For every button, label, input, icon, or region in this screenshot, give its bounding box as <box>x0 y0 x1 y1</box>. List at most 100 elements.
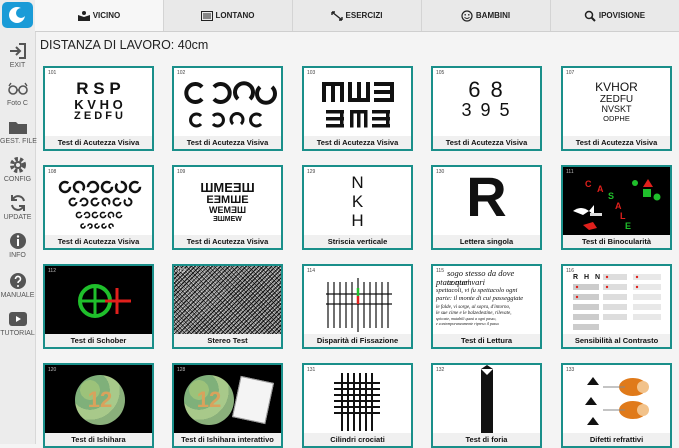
info-icon <box>9 233 26 249</box>
refractive-errors-diagram <box>585 377 649 425</box>
test-number: 129 <box>307 169 316 175</box>
test-label: Sensibilità al Contrasto <box>563 334 670 347</box>
sidebar-item-info[interactable]: INFO <box>0 232 35 259</box>
tab-esercizi[interactable]: ESERCIZI <box>292 0 422 31</box>
tab-bambini[interactable]: BAMBINI <box>421 0 551 31</box>
sidebar-item-label: TUTORIAL <box>0 330 35 337</box>
test-card-105[interactable]: 6 8 3 9 5 105 Test di Acutezza Visiva <box>431 66 542 151</box>
test-card-116[interactable]: R H N 116 Sensibilità al Contrasto <box>561 264 672 349</box>
top-tab-bar: VICINO LONTANO ESERCIZI BAMBINI IPOVISIO… <box>35 0 679 32</box>
test-number: 114 <box>307 268 315 274</box>
test-label: Stereo Test <box>174 334 281 347</box>
test-thumbnail: C A S A L E <box>563 167 670 235</box>
test-card-103[interactable]: 103 Test di Acutezza Visiva <box>302 66 413 151</box>
chart-line: ƎШMEW <box>213 215 242 223</box>
binocular-letter: C <box>585 179 592 189</box>
tab-lontano[interactable]: LONTANO <box>163 0 293 31</box>
chart-line: ШMEƎШ <box>200 180 255 195</box>
test-label: Test di Acutezza Visiva <box>45 235 152 248</box>
sidebar-item-update[interactable]: UPDATE <box>0 194 35 221</box>
test-label: Test di foria <box>433 433 540 446</box>
phoria-arrow <box>481 365 493 435</box>
smiley-icon <box>461 9 473 22</box>
chart-line: ODPHE <box>603 114 630 124</box>
sidebar-item-label: INFO <box>9 252 26 259</box>
sidebar-item-config[interactable]: CONFIG <box>0 156 35 183</box>
test-card-101[interactable]: R S P K V H O Z E D F U 101 Test di Acut… <box>43 66 154 151</box>
test-number: 112 <box>48 268 56 274</box>
sidebar-item-label: UPDATE <box>3 214 32 221</box>
reading-text-sample: sogo stesso da dove contem ptate que' va… <box>433 266 540 334</box>
test-label: Test di Acutezza Visiva <box>174 136 281 149</box>
test-number: 108 <box>48 169 57 175</box>
reading-line: e contemporaneamente ripreso il passo <box>436 321 499 326</box>
test-thumbnail: 6 8 3 9 5 <box>433 68 540 136</box>
test-number: 116 <box>566 268 574 274</box>
test-number: 128 <box>177 367 186 373</box>
test-card-113[interactable]: 113 Stereo Test <box>172 264 283 349</box>
sidebar-item-gest-file[interactable]: GEST. FILE <box>0 118 37 145</box>
contrast-chart: R H N <box>563 266 670 334</box>
refresh-icon <box>10 195 25 211</box>
chart-line: WEMƎШ <box>208 205 247 216</box>
test-label: Test di Acutezza Visiva <box>563 136 670 149</box>
chart-line: R S P <box>76 79 121 98</box>
crossed-cylinder-grid <box>334 373 380 431</box>
test-card-112[interactable]: 112 Test di Schober <box>43 264 154 349</box>
test-thumbnail: R <box>433 167 540 235</box>
tab-vicino[interactable]: VICINO <box>35 0 164 31</box>
test-label: Cilindri crociati <box>304 433 411 446</box>
reading-line: ptate que' vari <box>436 277 486 287</box>
chart-line: 3 9 5 <box>461 100 512 121</box>
test-thumbnail: KVHOR ZEDFU NVSKT ODPHE <box>563 68 670 136</box>
fixation-disparity-figure <box>326 278 392 332</box>
test-card-107[interactable]: KVHOR ZEDFU NVSKT ODPHE 107 Test di Acut… <box>561 66 672 151</box>
test-thumbnail: R S P K V H O Z E D F U <box>45 68 152 136</box>
test-card-120[interactable]: 12 120 Test di Ishihara <box>43 363 154 448</box>
chart-line: KVHOR <box>595 80 638 94</box>
test-card-111[interactable]: C A S A L E 111 Test di Binocularità <box>561 165 672 250</box>
test-card-131[interactable]: 131 Cilindri crociati <box>302 363 413 448</box>
test-number: 101 <box>48 70 57 76</box>
test-label: Striscia verticale <box>304 235 411 248</box>
test-label: Test di Acutezza Visiva <box>304 136 411 149</box>
sidebar-item-label: Foto C <box>6 100 28 107</box>
test-number: 120 <box>48 367 57 373</box>
tab-ipovisione[interactable]: IPOVISIONE <box>550 0 679 31</box>
test-label: Test di Acutezza Visiva <box>45 136 152 149</box>
test-label: Test di Lettura <box>433 334 540 347</box>
glasses-icon <box>7 82 28 95</box>
answer-sheet <box>232 375 274 425</box>
test-label: Test di Ishihara <box>45 433 152 446</box>
test-number: 115 <box>436 268 444 274</box>
test-card-130[interactable]: R 130 Lettera singola <box>431 165 542 250</box>
sidebar-item-label: GEST. FILE <box>0 138 37 145</box>
test-number: 131 <box>307 367 316 373</box>
help-icon <box>9 273 26 289</box>
random-dot-stereogram <box>174 266 281 334</box>
test-card-114[interactable]: 114 Disparità di Fissazione <box>302 264 413 349</box>
ishihara-plate: 12 <box>45 365 152 433</box>
test-card-129[interactable]: N K H 129 Striscia verticale <box>302 165 413 250</box>
test-card-109[interactable]: ШMEƎШ EƎMШE WEMƎШ ƎШMEW 109 Test di Acut… <box>172 165 283 250</box>
test-card-115[interactable]: sogo stesso da dove contem ptate que' va… <box>431 264 542 349</box>
sidebar-item-tutorial[interactable]: TUTORIAL <box>0 310 35 337</box>
tab-label: IPOVISIONE <box>598 11 646 20</box>
test-number: 109 <box>177 169 186 175</box>
chart-line: H <box>351 211 364 231</box>
test-card-102[interactable]: 102 Test di Acutezza Visiva <box>172 66 283 151</box>
reading-line: spettacoli, vi fu spettacolo ogni <box>436 287 518 294</box>
page-title: DISTANZA DI LAVORO: 40cm <box>40 38 209 52</box>
folder-icon <box>8 122 27 134</box>
test-number: 105 <box>436 70 445 76</box>
gear-icon <box>9 157 26 173</box>
test-card-133[interactable]: 133 Difetti refrattivi <box>561 363 672 448</box>
sidebar-item-foto[interactable]: Foto C <box>0 80 35 107</box>
chart-board-icon <box>200 10 213 21</box>
sidebar-item-exit[interactable]: EXIT <box>0 42 35 69</box>
test-card-108[interactable]: 108 Test di Acutezza Visiva <box>43 165 154 250</box>
test-card-128[interactable]: 12 128 Test di Ishihara interattivo <box>172 363 283 448</box>
arrows-icon <box>330 10 343 21</box>
test-card-132[interactable]: 132 Test di foria <box>431 363 542 448</box>
sidebar-item-manuale[interactable]: MANUALE <box>0 272 35 299</box>
